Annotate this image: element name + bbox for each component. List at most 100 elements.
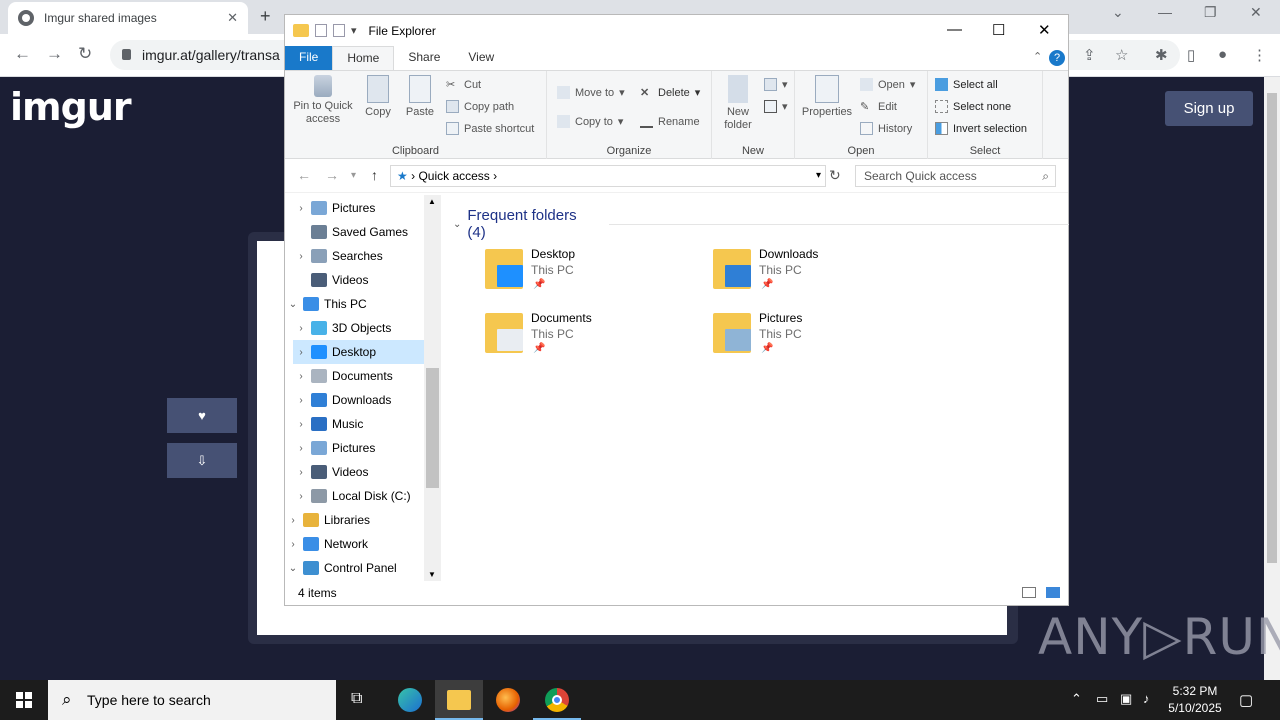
expand-chevron-icon[interactable]: › — [293, 347, 309, 358]
new-folder-button[interactable]: New folder — [716, 75, 760, 132]
recent-locations-icon[interactable]: ▾ — [351, 170, 356, 181]
page-scrollbar[interactable] — [1264, 77, 1280, 680]
nav-item[interactable]: › Searches — [293, 244, 424, 268]
folder-tile[interactable]: Downloads This PC 📌 — [713, 245, 933, 305]
tab-close-icon[interactable]: ✕ — [227, 10, 238, 26]
edge-taskbar-button[interactable] — [386, 680, 434, 720]
imgur-logo[interactable]: imgur — [10, 85, 132, 129]
bookmark-star-icon[interactable]: ☆ — [1115, 46, 1128, 64]
expand-chevron-icon[interactable]: › — [293, 491, 309, 502]
system-clock[interactable]: 5:32 PM 5/10/2025 — [1164, 683, 1226, 717]
firefox-taskbar-button[interactable] — [484, 680, 532, 720]
nav-item[interactable]: › Network — [285, 532, 424, 556]
customize-qat-icon[interactable]: ▾ — [351, 24, 357, 37]
delete-button[interactable]: ✕ Delete ▾ — [640, 86, 700, 100]
volume-icon[interactable]: ♪ — [1143, 691, 1150, 706]
open-button[interactable]: Open ▾ — [860, 78, 915, 91]
nav-scroll-thumb[interactable] — [426, 368, 439, 488]
expand-chevron-icon[interactable]: ⌄ — [285, 299, 301, 310]
paste-shortcut-button[interactable]: Paste shortcut — [446, 122, 534, 135]
pin-quick-access-button[interactable]: Pin to Quick access — [291, 75, 355, 126]
paste-button[interactable]: Paste — [403, 75, 437, 119]
network-icon[interactable]: ▣ — [1120, 691, 1132, 707]
collapse-chevron-icon[interactable]: ⌄ — [453, 219, 461, 230]
large-icons-view-icon[interactable] — [1046, 587, 1060, 598]
edit-button[interactable]: ✎ Edit — [860, 100, 897, 114]
file-explorer-taskbar-button[interactable] — [435, 680, 483, 720]
folder-tile[interactable]: Documents This PC 📌 — [485, 309, 705, 369]
details-view-icon[interactable] — [1022, 587, 1036, 598]
explorer-minimize-icon[interactable]: — — [947, 21, 962, 38]
nav-item[interactable]: › Downloads — [293, 388, 424, 412]
history-button[interactable]: History — [860, 122, 912, 135]
folder-tile[interactable]: Pictures This PC 📌 — [713, 309, 933, 369]
up-icon[interactable]: ↑ — [371, 167, 378, 183]
downvote-button[interactable]: ⇩ — [167, 443, 237, 478]
expand-chevron-icon[interactable]: › — [293, 419, 309, 430]
new-item-button[interactable]: ▾ — [764, 78, 788, 91]
nav-item[interactable]: › Libraries — [285, 508, 424, 532]
minimize-icon[interactable]: — — [1158, 4, 1172, 20]
back-icon[interactable]: ← — [14, 44, 31, 64]
folder-tile[interactable]: Desktop This PC 📌 — [485, 245, 705, 305]
scroll-up-icon[interactable]: ▲ — [428, 197, 436, 206]
help-icon[interactable]: ? — [1049, 50, 1065, 66]
show-hidden-icons-icon[interactable]: ⌃ — [1071, 691, 1082, 707]
menu-icon[interactable]: ⋮ — [1252, 46, 1267, 64]
share-icon[interactable]: ⇪ — [1083, 46, 1096, 64]
explorer-forward-icon[interactable]: → — [325, 167, 339, 183]
nav-item[interactable]: › Pictures — [293, 436, 424, 460]
nav-item[interactable]: ⌄ Control Panel — [285, 556, 424, 580]
scroll-down-icon[interactable]: ▼ — [428, 570, 436, 579]
nav-item[interactable]: Videos — [293, 268, 424, 292]
select-none-button[interactable]: Select none — [935, 100, 1011, 113]
tab-view[interactable]: View — [454, 46, 508, 70]
scrollbar-thumb[interactable] — [1267, 93, 1277, 563]
explorer-back-icon[interactable]: ← — [297, 167, 311, 183]
properties-quick-icon[interactable] — [315, 24, 327, 37]
start-button[interactable] — [0, 680, 48, 720]
extensions-icon[interactable]: ✱ — [1155, 46, 1168, 64]
nav-item[interactable]: › 3D Objects — [293, 316, 424, 340]
nav-item[interactable]: ⌄ This PC — [285, 292, 424, 316]
side-panel-icon[interactable]: ▯ — [1187, 46, 1195, 64]
task-view-button[interactable]: ⧉ — [336, 680, 384, 720]
copy-path-button[interactable]: Copy path — [446, 100, 514, 113]
explorer-address-bar[interactable]: ★ › Quick access › ▾ — [390, 165, 826, 187]
restore-icon[interactable]: ❐ — [1204, 4, 1217, 21]
invert-selection-button[interactable]: Invert selection — [935, 122, 1027, 135]
browser-tab[interactable]: Imgur shared images ✕ — [8, 2, 248, 34]
rename-button[interactable]: Rename — [640, 115, 700, 128]
expand-chevron-icon[interactable]: › — [293, 467, 309, 478]
copy-to-button[interactable]: Copy to ▾ — [557, 115, 623, 128]
tab-share[interactable]: Share — [394, 46, 454, 70]
expand-chevron-icon[interactable]: › — [293, 371, 309, 382]
notifications-icon[interactable]: ▢ — [1239, 691, 1253, 709]
expand-chevron-icon[interactable]: ⌄ — [285, 563, 301, 574]
tab-home[interactable]: Home — [332, 46, 395, 70]
nav-item[interactable]: › Documents — [293, 364, 424, 388]
taskbar-search-box[interactable]: ⌕ Type here to search — [48, 680, 336, 720]
chrome-taskbar-button[interactable] — [533, 680, 581, 720]
expand-chevron-icon[interactable]: › — [293, 395, 309, 406]
expand-chevron-icon[interactable]: › — [285, 539, 301, 550]
expand-chevron-icon[interactable]: › — [293, 443, 309, 454]
copy-button[interactable]: Copy — [363, 75, 393, 119]
forward-icon[interactable]: → — [46, 44, 63, 64]
new-folder-quick-icon[interactable] — [333, 24, 345, 37]
sign-up-button[interactable]: Sign up — [1165, 91, 1253, 126]
move-to-button[interactable]: Move to ▾ — [557, 86, 625, 99]
explorer-maximize-icon[interactable]: ☐ — [992, 21, 1005, 39]
nav-item[interactable]: › Local Disk (C:) — [293, 484, 424, 508]
expand-chevron-icon[interactable]: › — [285, 515, 301, 526]
expand-chevron-icon[interactable]: › — [293, 323, 309, 334]
nav-item[interactable]: › Videos — [293, 460, 424, 484]
address-dropdown-icon[interactable]: ▾ — [816, 166, 821, 186]
expand-chevron-icon[interactable]: › — [293, 203, 309, 214]
easy-access-button[interactable]: ▾ — [764, 100, 788, 113]
nav-item[interactable]: › Music — [293, 412, 424, 436]
nav-pane-scrollbar[interactable]: ▲ ▼ — [424, 195, 441, 581]
explorer-close-icon[interactable]: ✕ — [1038, 21, 1051, 39]
collapse-ribbon-icon[interactable]: ⌃ — [1033, 50, 1042, 63]
cut-button[interactable]: ✂ Cut — [446, 78, 481, 92]
